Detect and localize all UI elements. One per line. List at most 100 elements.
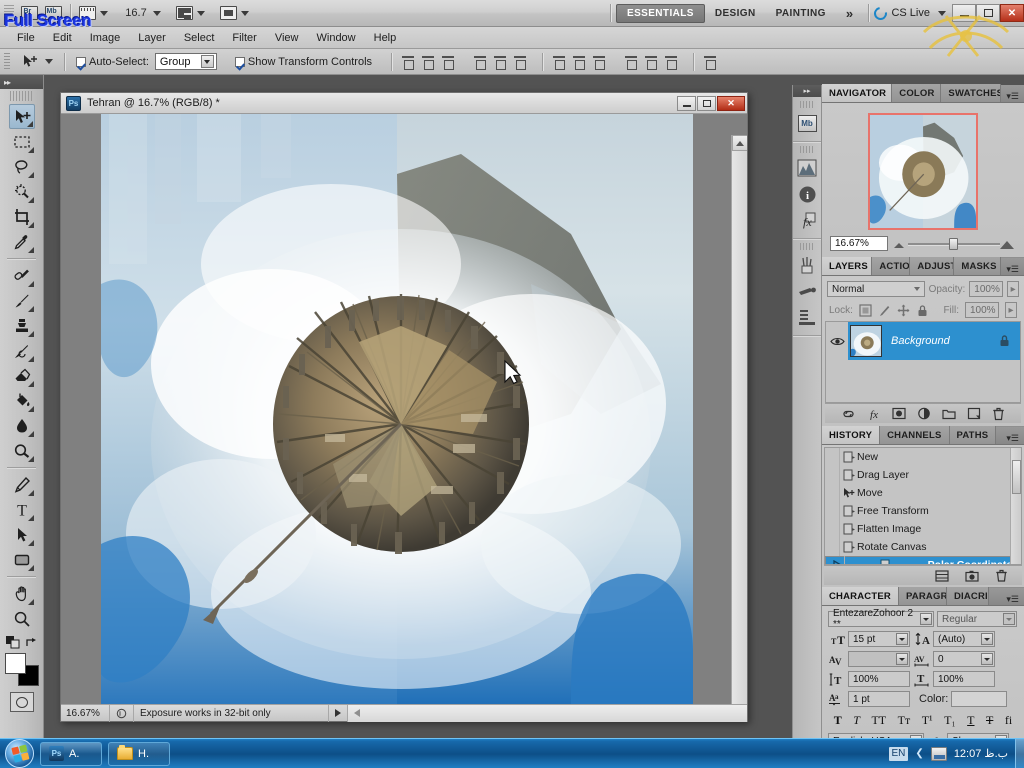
brush-tool[interactable] (9, 288, 35, 313)
tab-navigator[interactable]: NAVIGATOR (822, 84, 893, 102)
distribute-right-edges-button[interactable] (662, 53, 680, 71)
document-minimize-button[interactable] (677, 95, 696, 111)
fill-field[interactable]: 100% (965, 302, 999, 318)
dock-expand-button[interactable]: ▸▸ (793, 85, 821, 97)
screen-mode-button[interactable] (218, 3, 251, 24)
tab-swatches[interactable]: SWATCHES (941, 84, 1002, 102)
history-snapshot-box[interactable] (825, 538, 840, 556)
history-item-flatten-image[interactable]: Flatten Image (825, 520, 1021, 538)
tab-layers[interactable]: LAYERS (822, 257, 873, 275)
document-close-button[interactable]: ✕ (717, 95, 745, 111)
tab-actions[interactable]: ACTIONS (872, 257, 911, 275)
delete-layer-icon[interactable] (992, 407, 1005, 421)
link-layers-icon[interactable] (841, 409, 856, 419)
tool-presets-icon[interactable] (795, 279, 819, 303)
tray-network-icon[interactable] (930, 746, 947, 761)
history-snapshot-box[interactable] (825, 466, 840, 484)
history-panel-menu-button[interactable]: ▾☰ (1001, 433, 1024, 444)
crop-tool[interactable] (9, 204, 35, 229)
start-button[interactable] (5, 739, 34, 768)
distribute-horizontal-centers-button[interactable] (642, 53, 660, 71)
menu-item-select[interactable]: Select (175, 27, 224, 49)
navigator-panel-menu-button[interactable]: ▾☰ (1001, 91, 1024, 102)
spot-healing-brush-tool[interactable] (9, 263, 35, 288)
default-colors-icon[interactable] (5, 636, 20, 649)
styles-icon[interactable]: fx (795, 208, 819, 232)
workspace-tab-design[interactable]: DESIGN (705, 4, 766, 23)
tab-channels[interactable]: CHANNELS (880, 426, 950, 444)
arrange-documents-button[interactable] (174, 3, 207, 24)
all-caps-button[interactable]: TT (871, 713, 886, 728)
document-title-bar[interactable]: Ps Tehran @ 16.7% (RGB/8) * ✕ (61, 93, 747, 114)
faux-bold-button[interactable]: T (834, 713, 842, 728)
align-left-edges-button[interactable] (471, 53, 489, 71)
navigator-zoom-field[interactable]: 16.67% (830, 236, 888, 251)
path-selection-tool[interactable] (9, 522, 35, 547)
quick-selection-tool[interactable] (9, 179, 35, 204)
lasso-tool[interactable] (9, 154, 35, 179)
layer-row-background[interactable]: Background (826, 322, 1020, 360)
layer-thumbnail[interactable] (850, 325, 882, 357)
navigator-zoom-slider[interactable] (892, 236, 1016, 251)
baseline-shift-field[interactable]: 1 pt (848, 691, 910, 707)
kerning-field[interactable] (848, 651, 910, 667)
vertical-scale-field[interactable]: 100% (848, 671, 910, 687)
tab-color[interactable]: COLOR (892, 84, 942, 102)
lock-position-icon[interactable] (897, 304, 910, 317)
pen-tool[interactable] (9, 472, 35, 497)
align-vertical-centers-button[interactable] (419, 53, 437, 71)
zoom-tool[interactable] (9, 606, 35, 631)
status-doc-info-icon[interactable] (109, 704, 133, 722)
zoom-out-icon[interactable] (894, 243, 904, 248)
tab-history[interactable]: HISTORY (822, 426, 881, 444)
workspace-tab-painting[interactable]: PAINTING (766, 4, 836, 23)
add-layer-mask-icon[interactable] (892, 407, 906, 420)
clock[interactable]: 12:07 ب.ظ (954, 747, 1008, 760)
document-maximize-button[interactable] (697, 95, 716, 111)
gradient-tool[interactable] (9, 388, 35, 413)
status-horizontal-scrollbar[interactable] (347, 704, 747, 722)
history-item-move[interactable]: Move (825, 484, 1021, 502)
tools-panel-grip[interactable] (10, 91, 33, 101)
cs-live-button[interactable]: CS Live (871, 3, 946, 23)
font-style-dropdown[interactable]: Regular (937, 611, 1017, 627)
menu-item-window[interactable]: Window (308, 27, 365, 49)
minimize-button[interactable] (952, 4, 976, 22)
align-top-edges-button[interactable] (399, 53, 417, 71)
swap-colors-icon[interactable] (25, 637, 38, 649)
menu-item-layer[interactable]: Layer (129, 27, 175, 49)
hand-tool[interactable] (9, 581, 35, 606)
new-group-icon[interactable] (942, 408, 956, 420)
lock-transparent-pixels-icon[interactable] (859, 303, 872, 317)
zoom-level-field[interactable]: 16.7 (121, 3, 163, 24)
dock-group-grip[interactable] (800, 146, 814, 153)
info-icon[interactable]: i (795, 182, 819, 206)
canvas-vertical-scrollbar[interactable] (731, 135, 747, 706)
align-horizontal-centers-button[interactable] (491, 53, 509, 71)
zoom-in-icon[interactable] (1000, 241, 1014, 249)
workspace-tab-essentials[interactable]: ESSENTIALS (616, 3, 705, 23)
close-button[interactable]: ✕ (1000, 4, 1024, 22)
tab-diacritics[interactable]: DIACRITICS (946, 587, 989, 605)
character-panel-menu-button[interactable]: ▾☰ (1001, 594, 1024, 605)
rectangle-tool[interactable] (9, 547, 35, 572)
dodge-tool[interactable] (9, 438, 35, 463)
language-indicator[interactable]: EN (888, 746, 909, 761)
faux-italic-button[interactable]: T (853, 713, 860, 728)
create-new-snapshot-icon[interactable] (965, 570, 979, 582)
superscript-button[interactable]: T¹ (922, 713, 933, 728)
auto-select-mode-dropdown[interactable]: Group (154, 53, 217, 70)
navigator-thumbnail[interactable] (868, 113, 978, 230)
document-image-tiny-planet-tehran[interactable] (101, 114, 693, 706)
layers-panel-menu-button[interactable]: ▾☰ (1001, 264, 1024, 275)
dock-group-grip[interactable] (800, 243, 814, 250)
canvas-area[interactable] (61, 114, 747, 706)
history-item-free-transform[interactable]: Free Transform (825, 502, 1021, 520)
dock-group-grip[interactable] (800, 101, 814, 108)
text-color-swatch[interactable] (951, 691, 1008, 707)
create-document-from-state-icon[interactable] (935, 569, 949, 582)
opacity-slider-button[interactable]: ▸ (1007, 281, 1019, 297)
menu-item-view[interactable]: View (266, 27, 308, 49)
taskbar-item-photoshop[interactable]: Ps A. (40, 741, 102, 766)
auto-select-checkbox[interactable] (76, 56, 86, 67)
